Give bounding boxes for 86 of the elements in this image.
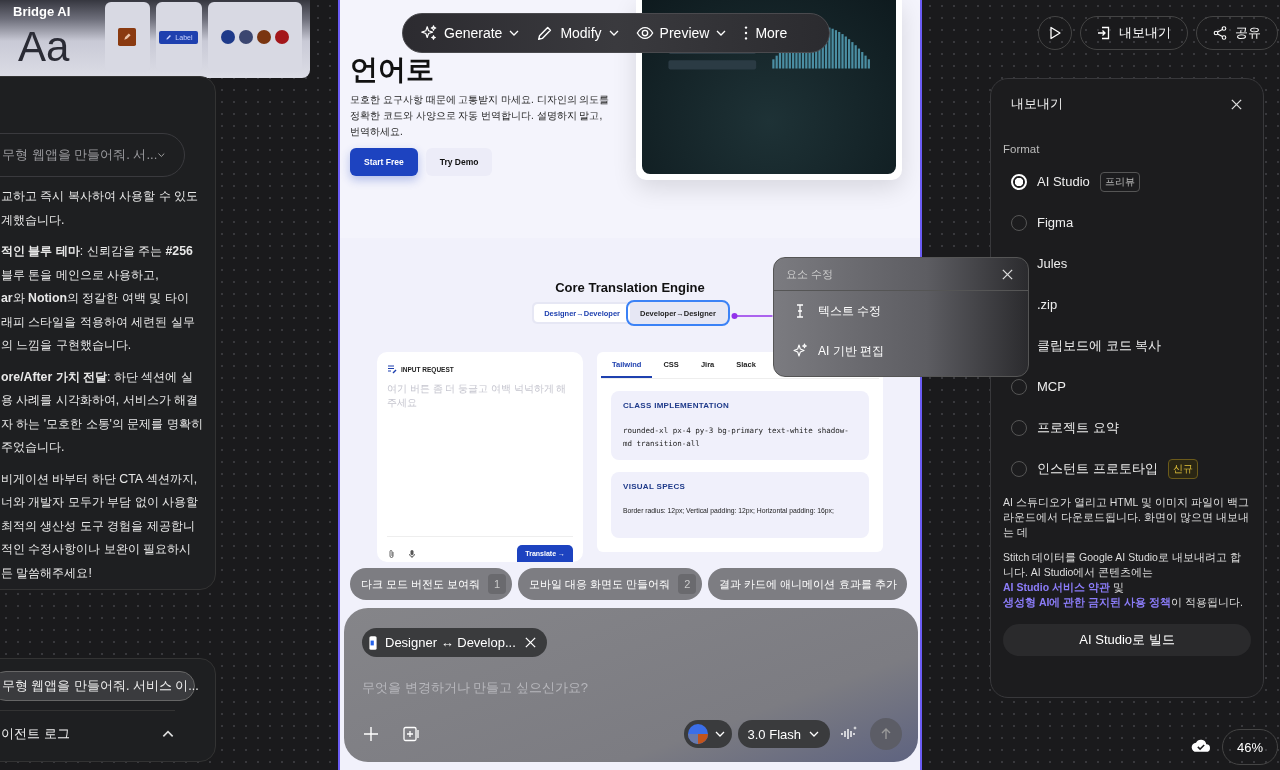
paperclip-icon[interactable] — [387, 548, 397, 559]
build-button[interactable]: AI Studio로 빌드 — [1003, 624, 1251, 656]
play-icon — [1048, 26, 1062, 40]
option-badge: 신규 — [1167, 458, 1198, 479]
panel-title: 내보내기 — [1011, 95, 1063, 113]
format-option[interactable]: AI Studio — [1037, 174, 1090, 189]
cta-button[interactable]: Start Free — [350, 148, 418, 176]
arrow-up-icon — [879, 727, 893, 741]
plus-icon[interactable] — [362, 725, 380, 743]
format-option[interactable]: Jules — [1037, 256, 1068, 271]
theme-picker[interactable] — [683, 720, 732, 748]
suggestion-chip[interactable]: 결과 카드에 애니메이션 효과를 추가 — [708, 568, 907, 600]
menu-item[interactable]: AI 기반 편집 — [774, 331, 1028, 371]
toolbar-menu-button[interactable]: More — [738, 18, 793, 48]
suggestion-chip[interactable]: 다크 모드 버전도 보여줘 1 — [350, 568, 513, 600]
attachment-chip[interactable]: Designer ↔ Develop... — [362, 628, 547, 657]
notice-text: Stitch 데이터를 Google AI Studio로 내보내려고 합니다. AI Studio에서 콘텐츠에는 AI Studio 서비스 약관 및 생성형 AI에 관한 금지된 사용 정책이 적용됩니다. — [1003, 550, 1244, 610]
message-text: 용 사례를 시각화하여, 서비스가 해결 — [1, 392, 199, 409]
sparkle-icon — [792, 343, 808, 359]
message-text: 교하고 즉시 복사하여 사용할 수 있도 — [1, 188, 199, 205]
share-icon — [1213, 26, 1227, 40]
eye-icon — [635, 24, 654, 42]
headline: 언어로 — [350, 54, 434, 86]
suggestion-chip[interactable]: 모바일 대응 화면도 만들어줘 2 — [518, 568, 703, 600]
message-text: ar와 Notion의 정갈한 여백 및 타이 — [1, 290, 189, 307]
frame-title: Bridge AI — [13, 4, 71, 19]
toolbar-menu-button[interactable]: Generate — [415, 18, 526, 48]
message-text: 계했습니다. — [1, 211, 65, 229]
message-text: 비게이션 바부터 하단 CTA 섹션까지, — [1, 470, 198, 488]
message-text: ore/After 가치 전달: 하단 섹션에 실 — [1, 368, 193, 386]
pencil-icon — [165, 33, 173, 41]
format-option[interactable]: MCP — [1037, 379, 1066, 394]
intro-text: 모호한 요구사항 때문에 고통받지 마세요. 디자인의 의도를 정확한 코드와 사양으로 자동 번역합니다. 설명하지 말고, 번역하세요. — [350, 93, 611, 139]
message-text: 적인 블루 테마: 신뢰감을 주는 #256 — [1, 243, 193, 260]
toolbar-menu-button[interactable]: Preview — [630, 18, 733, 48]
format-option[interactable]: .zip — [1037, 297, 1058, 312]
format-option[interactable]: 클립보드에 코드 복사 — [1037, 336, 1162, 355]
connector-line — [730, 312, 773, 320]
menu-item[interactable]: 텍스트 수정 — [774, 291, 1028, 331]
message-text: 너와 개발자 모두가 부담 없이 사용할 — [1, 494, 199, 511]
cloud-check-icon — [1191, 738, 1211, 753]
message-text: 최적의 생산성 도구 경험을 제공합니 — [1, 517, 195, 535]
message-text: 자 하는 '모호한 소통'의 문제를 명확히 — [1, 415, 203, 433]
format-option[interactable]: Figma — [1037, 215, 1074, 230]
sparkle-icon — [420, 24, 438, 42]
model-dropdown[interactable]: 3.0 Flash — [737, 720, 830, 748]
option-badge: 프리뷰 — [1099, 171, 1140, 192]
toolbar-menu-button[interactable]: Modify — [531, 18, 625, 48]
message-text: 적인 수정사항이나 보완이 필요하시 — [1, 541, 192, 558]
icon-swatch — [239, 30, 254, 44]
cta-button[interactable]: Try Demo — [425, 148, 493, 176]
color-theme-icon — [687, 724, 708, 744]
close-icon[interactable] — [523, 636, 537, 649]
type-sample: Aa — [17, 24, 71, 72]
kebab-menu-icon — [743, 24, 750, 42]
pencil-icon — [118, 28, 136, 46]
icon-swatch — [221, 30, 236, 44]
message-text: 래피 스타일을 적용하여 세련된 실무 — [1, 313, 195, 331]
shortcut-badge: 1 — [488, 574, 507, 594]
close-icon[interactable] — [1230, 97, 1243, 111]
message-text: 블루 톤을 메인으로 사용하고, — [1, 266, 159, 284]
format-label: Format — [1003, 143, 1041, 155]
policy-link[interactable]: 생성형 AI에 관한 금지된 사용 정책 — [1003, 596, 1172, 608]
agent-log-label: 이전트 로그 — [1, 725, 70, 743]
shortcut-badge: 2 — [678, 574, 697, 594]
attachment-name: Designer ↔ Develop... — [385, 635, 516, 650]
microphone-icon[interactable] — [407, 548, 417, 559]
block-title: VISUAL SPECS — [623, 482, 687, 491]
menu-title: 요소 수정 — [786, 266, 834, 282]
icon-swatch — [275, 30, 290, 44]
policy-link[interactable]: AI Studio 서비스 약관 — [1003, 581, 1110, 593]
format-option[interactable]: 인스턴트 프로토타입 — [1037, 459, 1158, 478]
icon-swatch — [257, 30, 272, 44]
message-text: 의 느낌을 구현했습니다. — [1, 337, 132, 354]
section-title: Core Translation Engine — [555, 280, 705, 295]
export-icon — [1097, 26, 1111, 40]
message-text: 주었습니다. — [1, 439, 65, 456]
send-button[interactable] — [870, 718, 902, 750]
format-option[interactable]: 프로젝트 요약 — [1037, 418, 1119, 437]
screen-thumbnail-icon — [369, 634, 377, 651]
description-text: AI 스튜디오가 열리고 HTML 및 이미지 파일이 백그라운드에서 다운로드됩니다. 화면이 많으면 내보내는 데 — [1003, 495, 1250, 540]
close-icon[interactable] — [1001, 267, 1014, 281]
add-screen-icon[interactable] — [402, 725, 420, 743]
list-edit-icon — [387, 364, 397, 374]
message-text: 든 말씀해주세요! — [1, 564, 92, 582]
block-title: CLASS IMPLEMENTATION — [623, 401, 731, 410]
